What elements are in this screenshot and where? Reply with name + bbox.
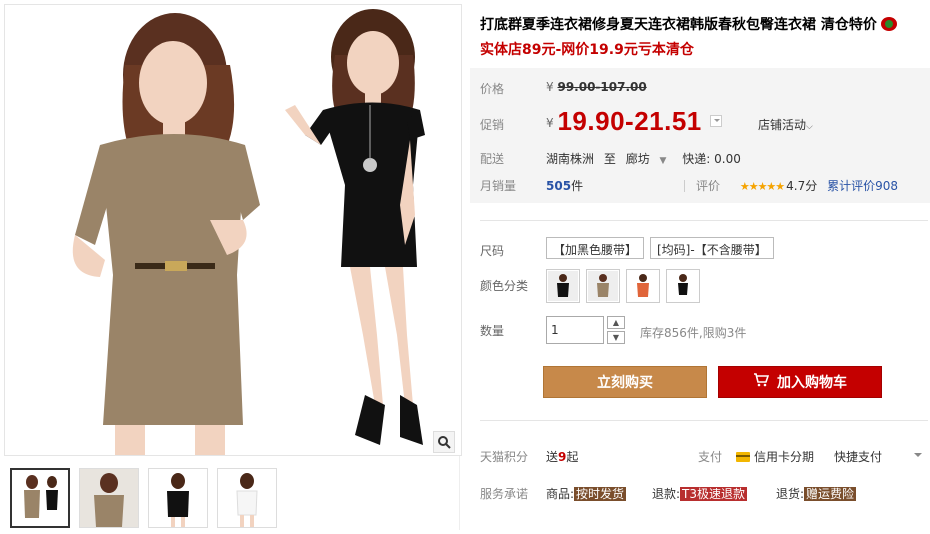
- promo-price: ¥ 19.90-21.51: [546, 106, 722, 137]
- product-title: 打底群夏季连衣裙修身夏天连衣裙韩版春秋包臀连衣裙 清仓特价: [480, 14, 897, 34]
- model-black-dress: [285, 9, 425, 445]
- product-subtitle: 实体店89元-网价19.9元亏本清仓: [480, 42, 694, 58]
- original-price-value: 99.00-107.00: [557, 80, 647, 94]
- points-prefix: 送: [546, 450, 559, 464]
- color-swatch-orange[interactable]: [626, 269, 660, 303]
- caret-up-icon: ▲: [612, 318, 620, 327]
- product-info-panel: 打底群夏季连衣裙修身夏天连衣裙韩版春秋包臀连衣裙 清仓特价 实体店89元-网价1…: [470, 0, 930, 534]
- caret-down-icon: ▼: [659, 156, 667, 166]
- payment-label: 支付: [698, 450, 723, 464]
- review-count-link[interactable]: 累计评价908: [827, 179, 898, 193]
- size-option-2[interactable]: [均码]-【不含腰带】: [650, 237, 774, 259]
- fast-refund-badge: T3极速退款: [680, 487, 748, 501]
- service-return-label: 退货:: [776, 487, 805, 501]
- size-option-1[interactable]: 【加黑色腰带】: [546, 237, 645, 259]
- promo-currency-symbol: ¥: [546, 116, 554, 130]
- size-label: 尺码: [480, 244, 505, 258]
- thumbnail-1[interactable]: [10, 468, 70, 528]
- color-swatch-black-2[interactable]: [666, 269, 700, 303]
- monthly-sales-count: 505: [546, 179, 572, 193]
- product-photo: [72, 9, 425, 455]
- color-swatch-black[interactable]: [546, 269, 580, 303]
- rating-score: 4.7分: [786, 179, 818, 193]
- buy-now-label: 立刻购买: [597, 375, 653, 391]
- shipping-insurance-badge: 赠运费险: [804, 487, 857, 501]
- image-gallery: [4, 4, 462, 530]
- model-khaki-dress: [72, 13, 260, 455]
- rating-summary: 评价 ★★★★★ 4.7分 累计评价908: [696, 177, 898, 194]
- service-goods-label: 商品:: [546, 487, 575, 501]
- shipping-label: 配送: [480, 152, 505, 166]
- rating-label: 评价: [696, 179, 721, 193]
- monthly-sales-label: 月销量: [480, 179, 517, 193]
- store-activity-label: 店铺活动: [758, 118, 807, 132]
- divider: [684, 180, 685, 192]
- currency-symbol: ¥: [546, 80, 554, 94]
- service-return: 退货: 赠运费险: [776, 485, 857, 502]
- service-refund-label: 退款:: [652, 487, 681, 501]
- stock-info: 库存856件,限购3件: [640, 326, 747, 340]
- color-swatches: [546, 269, 700, 303]
- thumbnail-3[interactable]: [148, 468, 208, 528]
- star-rating-icon: ★★★★★: [739, 180, 785, 193]
- flower-badge-icon: [880, 17, 897, 31]
- color-swatch-khaki[interactable]: [586, 269, 620, 303]
- credit-installment-option[interactable]: 信用卡分期: [736, 448, 814, 465]
- add-to-cart-label: 加入购物车: [777, 375, 847, 391]
- zoom-icon[interactable]: [433, 431, 455, 453]
- product-title-text: 打底群夏季连衣裙修身夏天连衣裙韩版春秋包臀连衣裙 清仓特价: [480, 17, 877, 33]
- color-label: 颜色分类: [480, 279, 529, 293]
- service-promise-label: 服务承诺: [480, 487, 529, 501]
- ontime-shipping-badge: 按时发货: [574, 487, 627, 501]
- quantity-decrease-button[interactable]: ▼: [607, 331, 625, 344]
- points-suffix: 起: [566, 450, 579, 464]
- caret-down-icon[interactable]: [914, 453, 922, 461]
- chevron-down-icon: ⌵: [806, 122, 813, 132]
- promo-price-value: 19.90-21.51: [557, 106, 702, 136]
- service-refund: 退款: T3极速退款: [652, 485, 748, 502]
- cart-icon: [753, 373, 770, 391]
- original-price: ¥ 99.00-107.00: [546, 80, 647, 94]
- credit-card-icon: [736, 451, 750, 462]
- main-product-image[interactable]: [4, 4, 462, 456]
- shipping-info: 湖南株洲 至 廊坊 ▼ 快递: 0.00: [546, 150, 747, 167]
- buy-now-button[interactable]: 立刻购买: [543, 366, 707, 398]
- monthly-sales: 505件: [546, 177, 583, 194]
- add-to-cart-button[interactable]: 加入购物车: [718, 366, 882, 398]
- divider: [480, 220, 928, 221]
- credit-installment-label: 信用卡分期: [754, 450, 815, 464]
- shipping-to-word: 至: [603, 152, 616, 166]
- chevron-down-icon[interactable]: [709, 115, 722, 127]
- tmall-points-value: 送9起: [546, 448, 578, 465]
- price-label: 价格: [480, 82, 505, 96]
- caret-down-icon: ▼: [612, 333, 620, 342]
- shipping-destination-dropdown[interactable]: 廊坊 ▼: [626, 152, 673, 166]
- quantity-label: 数量: [480, 324, 505, 338]
- tmall-points-label: 天猫积分: [480, 450, 529, 464]
- quick-pay-option[interactable]: 快捷支付: [834, 448, 882, 465]
- shipping-from: 湖南株洲: [546, 152, 595, 166]
- shipping-fee: 快递: 0.00: [682, 152, 741, 166]
- thumbnail-2[interactable]: [79, 468, 139, 528]
- price-box: 价格 ¥ 99.00-107.00 促销 ¥ 19.90-21.51 店铺活动⌵…: [470, 68, 930, 203]
- shipping-destination: 廊坊: [625, 152, 650, 166]
- divider: [480, 420, 928, 421]
- thumbnail-strip: [10, 468, 277, 528]
- promo-label: 促销: [480, 118, 505, 132]
- thumbnail-4[interactable]: [217, 468, 277, 528]
- quantity-input[interactable]: [546, 316, 604, 344]
- monthly-sales-unit: 件: [571, 179, 584, 193]
- service-goods: 商品: 按时发货: [546, 485, 627, 502]
- quantity-increase-button[interactable]: ▲: [607, 316, 625, 329]
- store-activity-dropdown[interactable]: 店铺活动⌵: [758, 116, 813, 133]
